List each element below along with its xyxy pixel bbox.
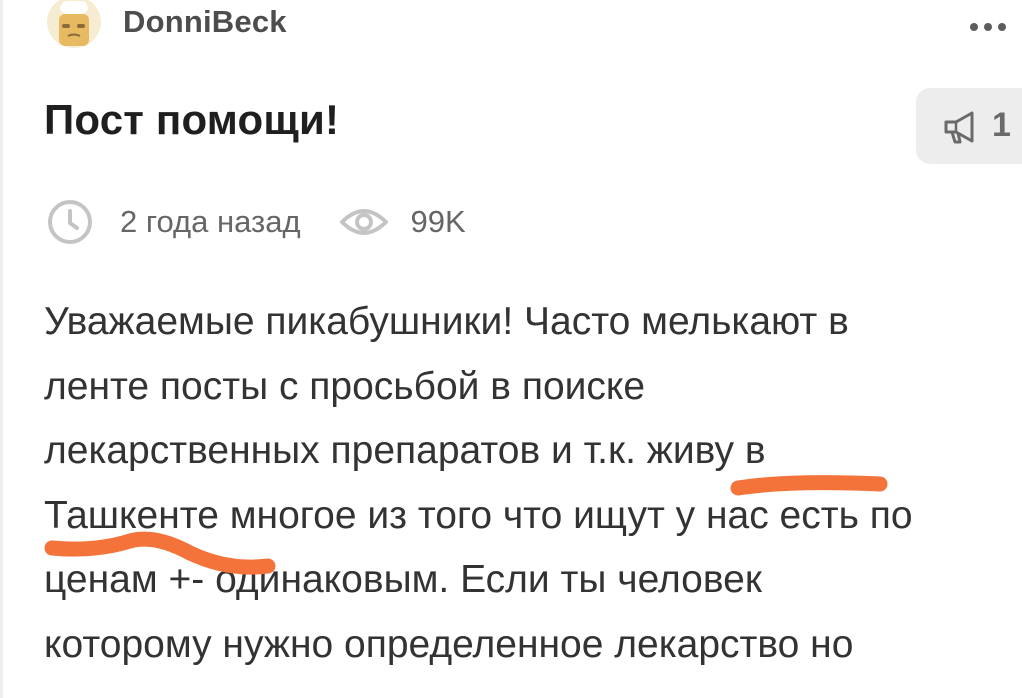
more-dots-icon — [970, 23, 978, 31]
post-time: 2 года назад — [120, 204, 301, 239]
eye-icon — [339, 209, 388, 235]
avatar[interactable] — [46, 0, 102, 48]
community-count: 1 — [992, 106, 1011, 144]
post-meta: 2 года назад 99K — [46, 198, 466, 246]
post-body-line: которому нужно определенное лекарство но — [44, 622, 854, 666]
page-edge — [0, 0, 3, 698]
more-dots-icon — [998, 23, 1006, 31]
post-body-line: Ташкенте многое из того что ищут у нас е… — [44, 493, 913, 537]
author-name[interactable]: DonniBeck — [123, 4, 287, 40]
clock-icon — [48, 200, 92, 244]
more-dots-icon — [984, 23, 992, 31]
views-count: 99K — [410, 204, 466, 239]
community-button[interactable]: 1 — [916, 88, 1022, 164]
more-options-button[interactable] — [970, 10, 1022, 44]
post-body: Уважаемые пикабушники! Часто мелькают в … — [44, 290, 1022, 677]
post-body-line: Уважаемые пикабушники! Часто мелькают в — [44, 300, 849, 343]
post-body-line: ленте посты с просьбой в поиске — [44, 364, 646, 408]
post-body-line: ценам +- одинаковым. Если ты человек — [44, 558, 762, 601]
post-title[interactable]: Пост помощи! — [44, 96, 339, 144]
megaphone-icon — [944, 111, 974, 144]
post-body-line: лекарственных препаратов и т.к. живу в — [44, 429, 766, 472]
